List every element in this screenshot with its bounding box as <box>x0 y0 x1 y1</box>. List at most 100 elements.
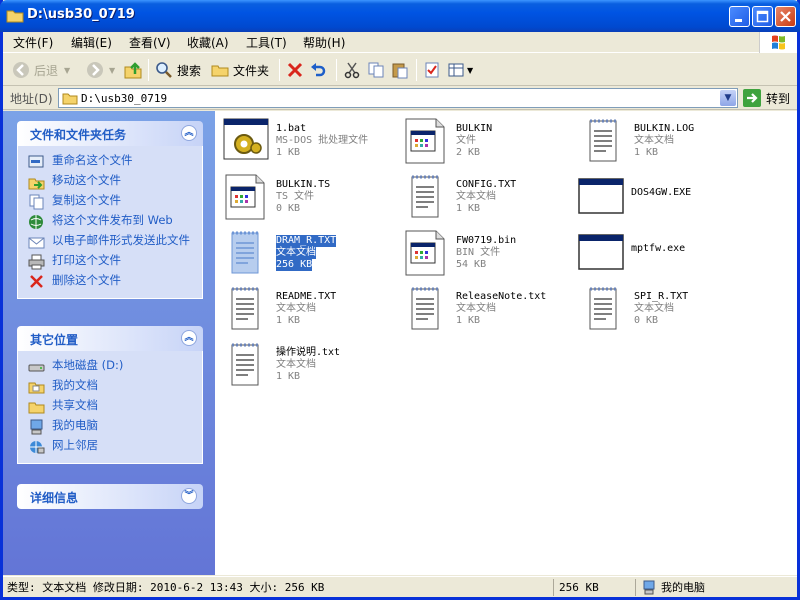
task-delete[interactable]: 删除这个文件 <box>18 272 202 292</box>
file-item[interactable]: FW0719.bin BIN 文件 54 KB <box>400 227 580 283</box>
address-input[interactable]: D:\usb30_0719 ▼ <box>58 88 738 108</box>
task-pane: 文件和文件夹任务 ︽ 重命名这个文件 移动这个文件 复制这个文件 将这个文件发布… <box>3 111 215 575</box>
file-name: README.TXT <box>276 291 337 302</box>
place-my-computer[interactable]: 我的电脑 <box>18 417 202 437</box>
expand-chevron-icon[interactable]: ︾ <box>181 488 197 504</box>
file-item[interactable]: 1.bat MS-DOS 批处理文件 1 KB <box>220 115 400 171</box>
places-panel-header[interactable]: 其它位置 ︽ <box>17 326 203 351</box>
file-size: 1 KB <box>276 147 301 158</box>
file-item[interactable]: BULKIN.LOG 文本文档 1 KB <box>578 115 758 171</box>
search-button[interactable]: 搜索 <box>155 58 201 82</box>
up-folder-button[interactable] <box>123 58 143 82</box>
file-item[interactable]: DOS4GW.EXE <box>575 171 755 227</box>
maximize-button[interactable] <box>752 6 773 27</box>
folder-icon <box>28 402 45 414</box>
menu-edit[interactable]: 编辑(E) <box>71 34 112 51</box>
minimize-button[interactable] <box>729 6 750 27</box>
file-size: 1 KB <box>634 147 659 158</box>
back-dropdown-icon[interactable]: ▼ <box>64 66 70 75</box>
go-button[interactable]: 转到 <box>743 88 795 108</box>
task-copy[interactable]: 复制这个文件 <box>18 192 202 212</box>
search-label: 搜索 <box>177 63 202 78</box>
status-size: 256 KB <box>559 581 599 594</box>
file-type: 文本文档 <box>456 191 496 202</box>
file-size: 1 KB <box>276 315 301 326</box>
file-item[interactable]: mptfw.exe <box>575 227 755 283</box>
tasks-panel-title: 文件和文件夹任务 <box>30 128 127 142</box>
details-panel-header[interactable]: 详细信息 ︾ <box>17 484 203 509</box>
task-print[interactable]: 打印这个文件 <box>18 252 202 272</box>
file-type: 文本文档 <box>276 359 316 370</box>
places-panel: 其它位置 ︽ 本地磁盘 (D:) 我的文档 共享文档 我的电脑 网上邻居 <box>17 326 203 464</box>
text-file-icon <box>222 229 270 277</box>
address-value: D:\usb30_0719 <box>81 92 168 105</box>
tasks-panel: 文件和文件夹任务 ︽ 重命名这个文件 移动这个文件 复制这个文件 将这个文件发布… <box>17 121 203 299</box>
file-item[interactable]: ReleaseNote.txt 文本文档 1 KB <box>400 283 580 339</box>
tasks-panel-header[interactable]: 文件和文件夹任务 ︽ <box>17 121 203 146</box>
file-type: 文本文档 <box>456 303 496 314</box>
folders-button[interactable]: 文件夹 <box>211 58 269 82</box>
task-email[interactable]: 以电子邮件形式发送此文件 <box>18 232 202 252</box>
properties-button[interactable] <box>423 58 441 82</box>
windows-logo-icon <box>759 32 797 53</box>
forward-dropdown-icon[interactable]: ▼ <box>109 66 115 75</box>
file-size: 54 KB <box>456 259 487 270</box>
address-label: 地址(D) <box>10 92 53 106</box>
drive-icon <box>28 364 45 372</box>
file-name: DRAM_R.TXT <box>276 235 337 247</box>
collapse-chevron-icon[interactable]: ︽ <box>181 330 197 346</box>
file-item[interactable]: 操作说明.txt 文本文档 1 KB <box>220 339 400 395</box>
text-file-icon <box>222 341 270 389</box>
file-name: SPI_R.TXT <box>634 291 689 302</box>
menu-file[interactable]: 文件(F) <box>13 34 53 51</box>
copy-button[interactable] <box>367 58 385 82</box>
file-item[interactable]: BULKIN 文件 2 KB <box>400 115 580 171</box>
file-item-selected[interactable]: DRAM_R.TXT 文本文档 256 KB <box>220 227 400 283</box>
text-file-icon <box>580 117 628 165</box>
executable-icon <box>577 229 625 277</box>
undo-button[interactable] <box>309 58 327 82</box>
undo-icon <box>311 63 326 77</box>
file-type: 文本文档 <box>276 303 316 314</box>
file-item[interactable]: CONFIG.TXT 文本文档 1 KB <box>400 171 580 227</box>
task-publish-web[interactable]: 将这个文件发布到 Web <box>18 212 202 232</box>
task-move[interactable]: 移动这个文件 <box>18 172 202 192</box>
menu-tools[interactable]: 工具(T) <box>246 34 287 51</box>
delete-button[interactable] <box>286 58 304 82</box>
file-name: mptfw.exe <box>631 243 686 254</box>
collapse-chevron-icon[interactable]: ︽ <box>181 125 197 141</box>
title-bar[interactable]: D:\usb30_0719 <box>0 0 800 32</box>
file-type: 文本文档 <box>634 303 674 314</box>
menu-view[interactable]: 查看(V) <box>129 34 171 51</box>
file-item[interactable]: SPI_R.TXT 文本文档 0 KB <box>578 283 758 339</box>
back-arrow-icon <box>13 62 29 78</box>
details-panel: 详细信息 ︾ <box>17 484 203 509</box>
close-button[interactable] <box>775 6 796 27</box>
menu-favorites[interactable]: 收藏(A) <box>187 34 229 51</box>
paste-button[interactable] <box>391 58 409 82</box>
window-title: D:\usb30_0719 <box>27 7 135 22</box>
file-type: 文本文档 <box>634 135 674 146</box>
computer-icon <box>643 580 655 594</box>
address-dropdown-button[interactable]: ▼ <box>720 90 736 106</box>
email-icon <box>28 237 45 249</box>
place-my-documents[interactable]: 我的文档 <box>18 377 202 397</box>
place-my-documents-label: 我的文档 <box>52 378 98 392</box>
forward-button[interactable]: ▼ <box>85 58 115 82</box>
task-rename-label: 重命名这个文件 <box>52 153 133 167</box>
menu-help[interactable]: 帮助(H) <box>303 34 345 51</box>
views-button[interactable]: ▼ <box>447 58 473 82</box>
task-copy-label: 复制这个文件 <box>52 193 121 207</box>
back-button[interactable]: 后退 ▼ <box>11 58 70 82</box>
place-shared-documents[interactable]: 共享文档 <box>18 397 202 417</box>
file-size: 1 KB <box>456 203 481 214</box>
file-list-view[interactable]: 1.bat MS-DOS 批处理文件 1 KB BULKIN 文件 2 KB BULKI… <box>215 111 797 575</box>
folder-icon <box>28 382 45 394</box>
file-item[interactable]: BULKIN.TS TS 文件 0 KB <box>220 171 400 227</box>
up-folder-icon <box>124 62 142 79</box>
place-network[interactable]: 网上邻居 <box>18 437 202 457</box>
file-item[interactable]: README.TXT 文本文档 1 KB <box>220 283 400 339</box>
cut-button[interactable] <box>343 58 361 82</box>
task-rename[interactable]: 重命名这个文件 <box>18 152 202 172</box>
place-local-disk[interactable]: 本地磁盘 (D:) <box>18 357 202 377</box>
